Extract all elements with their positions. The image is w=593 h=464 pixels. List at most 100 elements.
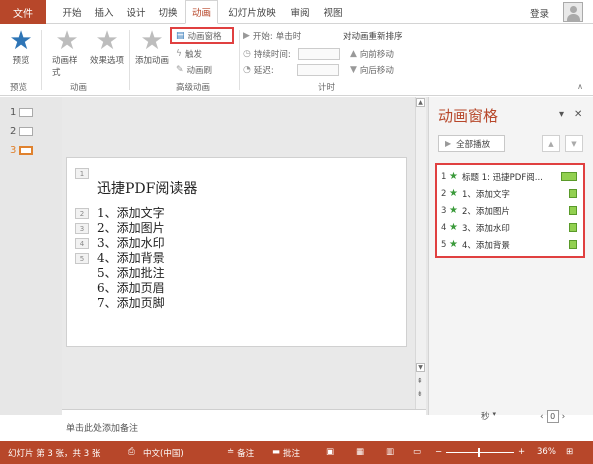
tab-review[interactable]: 审阅 — [286, 0, 314, 24]
animation-painter-label: 动画刷 — [186, 66, 213, 76]
group-label-advanced: 高级动画 — [176, 83, 211, 93]
trigger-button[interactable]: ϟ 触发 — [176, 48, 202, 60]
move-earlier-button[interactable]: ▲ 向前移动 — [350, 48, 394, 60]
tab-animations[interactable]: 动画 — [185, 0, 218, 24]
timeline-bar[interactable] — [569, 240, 577, 249]
timeline-bar[interactable] — [569, 189, 577, 198]
slideshow-icon[interactable]: ▭ — [413, 447, 421, 457]
animation-order: 3 — [441, 205, 447, 216]
animation-pane-title: 动画窗格 — [438, 107, 499, 125]
avatar[interactable] — [563, 2, 583, 22]
notes-placeholder[interactable]: 单击此处添加备注 — [66, 421, 138, 434]
pane-options-icon[interactable]: ▾ — [559, 109, 564, 120]
anim-tag: 1 — [75, 168, 89, 179]
play-all-button[interactable]: ▶ 全部播放 — [438, 135, 505, 152]
thumbnail-1[interactable]: 1 — [10, 107, 34, 118]
tab-slideshow[interactable]: 幻灯片放映 — [222, 0, 282, 24]
seconds-label: 秒 — [481, 412, 490, 422]
notes-toggle[interactable]: ≐ 备注 — [227, 447, 254, 459]
thumbnail-3[interactable]: 3 — [10, 145, 34, 156]
slide-item-text: 7、添加页脚 — [97, 296, 165, 310]
chevron-left-icon[interactable]: ‹ — [540, 412, 544, 422]
notes-icon: ≐ — [227, 447, 235, 457]
thumbnail-number: 1 — [10, 107, 17, 118]
tab-design[interactable]: 设计 — [122, 0, 150, 24]
chevron-right-icon[interactable]: › — [562, 412, 566, 422]
slide-item-text: 5、添加批注 — [97, 266, 165, 280]
move-later-label: 向后移动 — [359, 66, 394, 76]
tab-home[interactable]: 开始 — [58, 0, 86, 24]
slide-item-text: 6、添加页眉 — [97, 281, 165, 295]
animation-item[interactable]: 2 ★ 1、添加文字 — [441, 185, 579, 202]
animation-item[interactable]: 5 ★ 4、添加背景 — [441, 236, 579, 253]
normal-view-icon[interactable]: ▣ — [326, 447, 334, 457]
add-animation-button[interactable]: ★ 添加动画 — [133, 28, 171, 66]
delay-field[interactable] — [296, 64, 339, 76]
tab-file[interactable]: 文件 — [0, 0, 46, 24]
animation-order: 5 — [441, 239, 447, 250]
star-icon: ★ — [449, 188, 458, 199]
anim-style-button[interactable]: ★ 动画样式 — [52, 28, 82, 78]
timeline-bar[interactable] — [569, 223, 577, 232]
preview-button[interactable]: ★ 预览 — [6, 28, 36, 66]
move-down-icon[interactable]: ▼ — [565, 135, 583, 152]
move-up-icon[interactable]: ▲ — [542, 135, 560, 152]
start-select[interactable]: 单击时 — [276, 30, 302, 42]
next-slide-icon[interactable]: ⇟ — [417, 390, 423, 398]
start-row: ▶ 开始: 单击时 — [243, 30, 301, 42]
animation-pane-button[interactable]: ▤ 动画窗格 — [170, 27, 234, 44]
delay-icon: ◔ — [243, 65, 251, 75]
zoom-in-icon[interactable]: + — [518, 447, 525, 457]
thumbnail-box-selected — [19, 146, 34, 155]
slide-item-text: 1、添加文字 — [97, 206, 165, 220]
fit-to-window-icon[interactable]: ⊞ — [566, 447, 573, 457]
zoom-slider-thumb[interactable] — [478, 448, 480, 457]
thumbnail-number: 3 — [10, 145, 17, 156]
slide-title[interactable]: 迅捷PDF阅读器 — [97, 178, 197, 198]
animation-item[interactable]: 4 ★ 3、添加水印 — [441, 219, 579, 236]
scroll-up-icon[interactable]: ▲ — [416, 98, 425, 107]
tab-insert[interactable]: 插入 — [90, 0, 118, 24]
star-icon: ★ — [449, 222, 458, 233]
status-bar: 幻灯片 第 3 张，共 3 张 ⎙ 中文(中国) ≐ 备注 ▬ 批注 ▣ ▦ ▥… — [0, 441, 593, 464]
animation-item[interactable]: 1 ★ 标题 1: 迅捷PDF阅... — [441, 168, 579, 185]
delay-row: ◔ 延迟: — [243, 64, 339, 76]
preview-label: 预览 — [12, 56, 30, 66]
move-later-button[interactable]: ▼ 向后移动 — [350, 64, 394, 76]
duration-label: 持续时间: — [253, 50, 291, 60]
spellcheck-icon[interactable]: ⎙ — [128, 447, 135, 457]
seconds-dropdown[interactable]: 秒 ▾ — [481, 410, 496, 422]
slide-line: 5 4、添加背景 — [75, 251, 165, 266]
close-icon[interactable]: ✕ — [574, 109, 582, 120]
animation-painter-button[interactable]: ✎ 动画刷 — [176, 64, 212, 76]
vertical-scrollbar[interactable]: ▲ ▼ ⇞ ⇟ — [415, 97, 426, 409]
animation-pane-label: 动画窗格 — [187, 31, 222, 42]
timeline-bar[interactable] — [561, 172, 577, 181]
slide-sorter-icon[interactable]: ▦ — [356, 447, 364, 457]
slide-item-text: 4、添加背景 — [97, 251, 165, 265]
animation-item-label: 标题 1: 迅捷PDF阅... — [462, 172, 543, 183]
login-link[interactable]: 登录 — [530, 6, 549, 20]
timeline-bar[interactable] — [569, 206, 577, 215]
collapse-ribbon-icon[interactable]: ∧ — [577, 82, 583, 91]
animation-item[interactable]: 3 ★ 2、添加图片 — [441, 202, 579, 219]
play-all-label: 全部播放 — [456, 139, 491, 150]
effect-options-button[interactable]: ★ 效果选项 — [88, 28, 126, 66]
scroll-down-icon[interactable]: ▼ — [416, 363, 425, 372]
duration-field[interactable] — [297, 48, 340, 60]
tab-transitions[interactable]: 切换 — [154, 0, 182, 24]
reorder-label: 对动画重新排序 — [343, 32, 403, 42]
tab-view[interactable]: 视图 — [318, 0, 348, 24]
comments-toggle[interactable]: ▬ 批注 — [272, 447, 300, 459]
ribbon-tab-bar: 文件 开始 插入 设计 切换 动画 幻灯片放映 审阅 视图 登录 — [0, 0, 593, 24]
zoom-out-icon[interactable]: − — [435, 447, 442, 457]
zoom-slider[interactable] — [446, 452, 514, 453]
zoom-level[interactable]: 36% — [537, 447, 556, 457]
thumbnail-2[interactable]: 2 — [10, 126, 34, 137]
reading-view-icon[interactable]: ▥ — [386, 447, 394, 457]
slide-body[interactable]: 2 1、添加文字 3 2、添加图片 4 3、添加水印 5 4、添加背景 5、添加… — [75, 206, 165, 311]
language-indicator[interactable]: 中文(中国) — [143, 447, 184, 459]
slide-canvas[interactable]: 1 迅捷PDF阅读器 2 1、添加文字 3 2、添加图片 4 3、添加水印 5 … — [66, 157, 407, 347]
duration-row: ◷ 持续时间: — [243, 48, 340, 60]
prev-slide-icon[interactable]: ⇞ — [417, 377, 423, 385]
